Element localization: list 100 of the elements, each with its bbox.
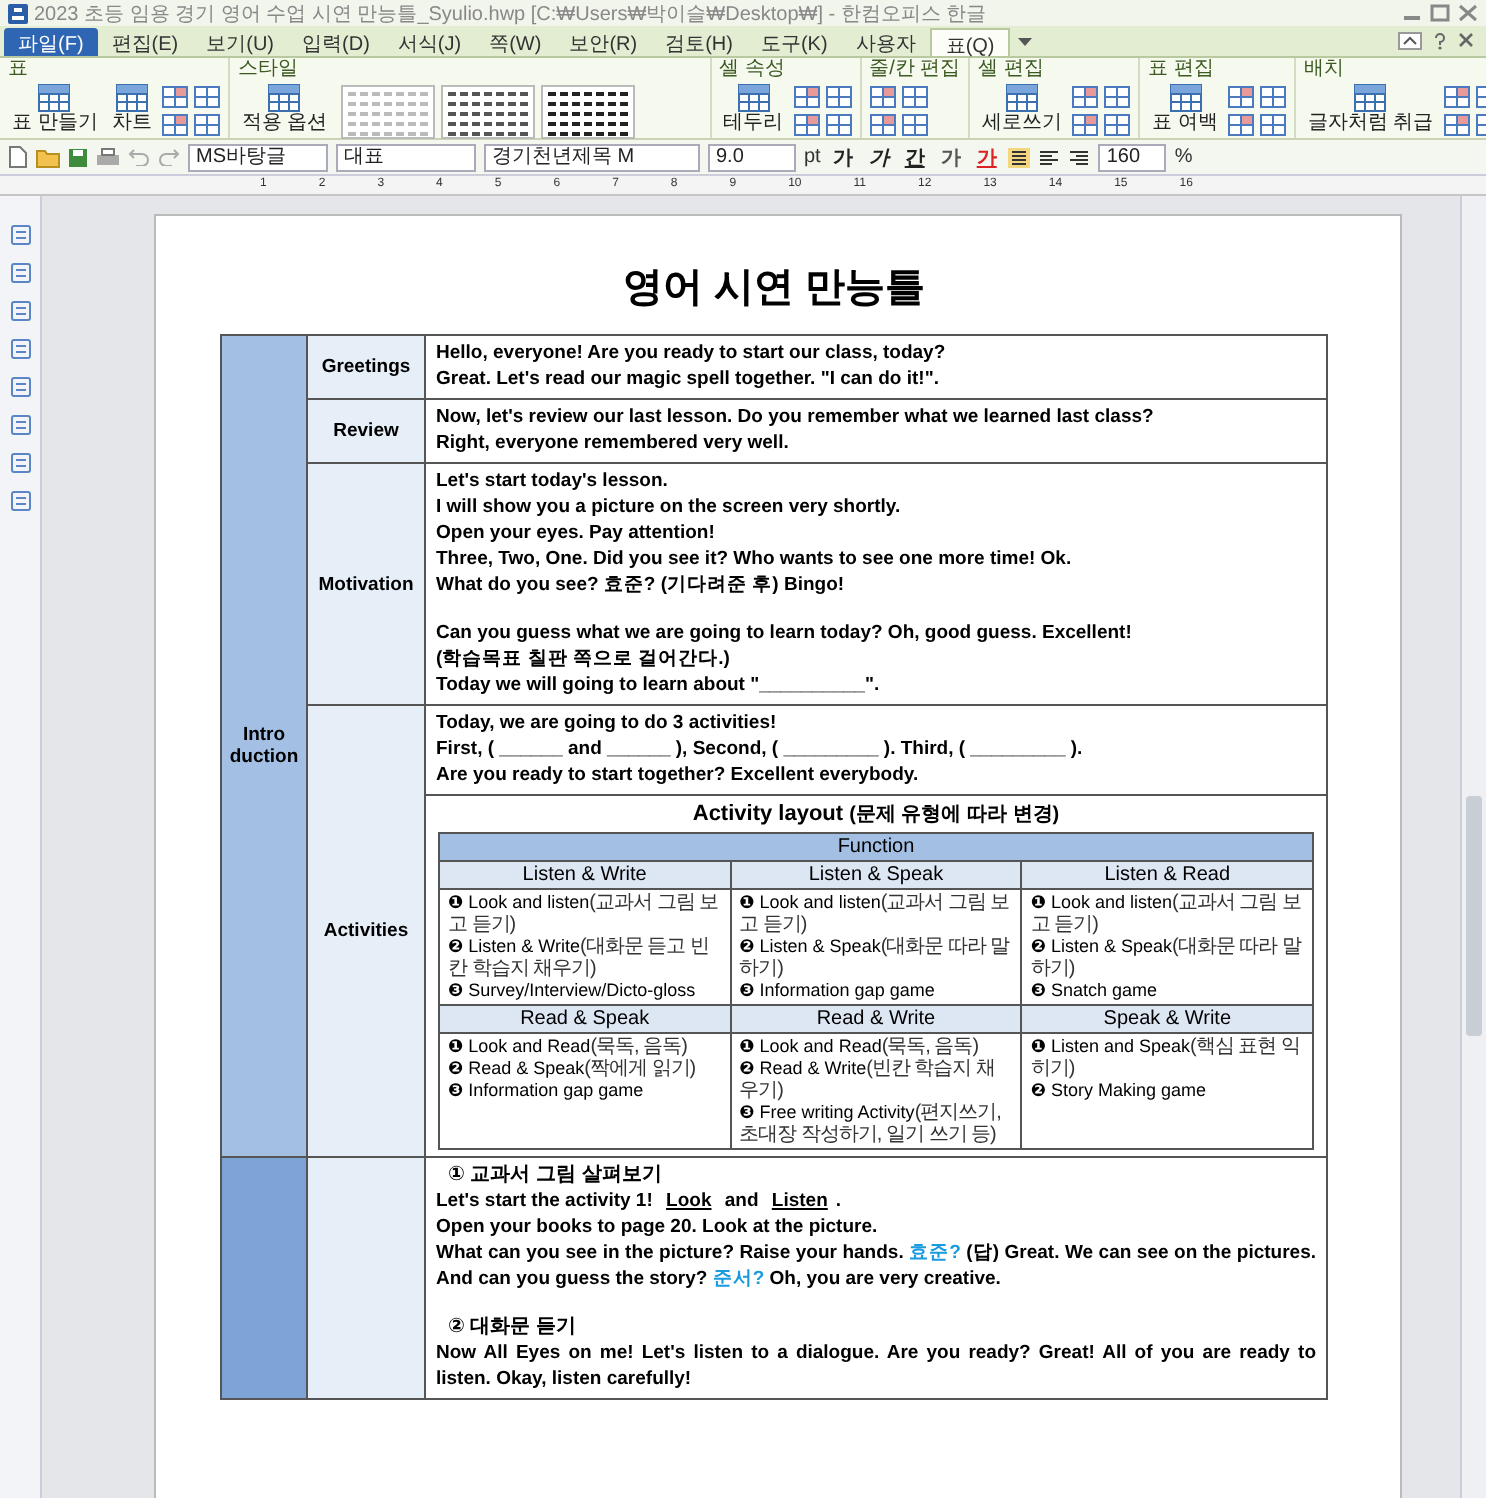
grid-icon[interactable] xyxy=(901,86,928,108)
grid-icon[interactable] xyxy=(1072,86,1099,108)
table-icon xyxy=(737,84,770,112)
grid-icon[interactable] xyxy=(793,114,820,136)
ribbon-button[interactable]: 표 여백 xyxy=(1148,82,1222,138)
sidebar-tool-icon[interactable] xyxy=(9,376,31,398)
ribbon-button[interactable]: 적용 옵션 xyxy=(237,82,332,138)
grid-icon[interactable] xyxy=(793,86,820,108)
grid-icon[interactable] xyxy=(161,114,188,136)
align-left-icon[interactable] xyxy=(1038,147,1061,167)
unit-label: pt xyxy=(804,146,821,168)
sidebar-tool-icon[interactable] xyxy=(9,338,31,360)
grid-icon[interactable] xyxy=(161,86,188,108)
script-line: (학습목표 칠판 쪽으로 걸어간다.) xyxy=(436,646,732,672)
align-justify-icon[interactable] xyxy=(1008,147,1031,167)
script-line: Are you ready to start together? Excellent everybody. xyxy=(436,762,921,788)
character-format-button[interactable]: 가 xyxy=(936,143,965,171)
table-style-gallery[interactable] xyxy=(337,82,638,142)
sidebar-tool-icon[interactable] xyxy=(9,452,31,474)
menu-tab[interactable]: 도구(K) xyxy=(746,28,842,56)
menu-tab[interactable]: 보기(U) xyxy=(192,28,289,56)
print-icon[interactable] xyxy=(96,147,120,167)
help-icon[interactable] xyxy=(1432,32,1448,50)
grid-icon[interactable] xyxy=(1104,114,1131,136)
character-format-button[interactable]: 가 xyxy=(972,143,1001,171)
caret-icon[interactable] xyxy=(1018,36,1033,48)
activity-item: ❶ Look and Read(묵독, 음독) xyxy=(739,1036,981,1058)
character-format-button[interactable]: 가 xyxy=(864,143,893,171)
grid-icon[interactable] xyxy=(825,114,852,136)
menu-tab[interactable]: 보안(R) xyxy=(555,28,652,56)
row-header-cell: Motivation xyxy=(307,463,425,705)
collapse-icon[interactable] xyxy=(1398,32,1422,50)
grid-icon[interactable] xyxy=(869,86,896,108)
sidebar-tool-icon[interactable] xyxy=(9,300,31,322)
column-header-cell: Listen & Speak xyxy=(730,861,1022,889)
script-line: What can you see in the picture? Raise your hands. 효준? (답) Great. We can see on the pictures. And can you guess the story? 준서? Oh, you are very creative. xyxy=(436,1240,1316,1292)
grid-icon[interactable] xyxy=(1072,114,1099,136)
activity-layout-title: Activity layout (문제 유형에 따라 변경) xyxy=(690,800,1062,828)
menu-tab[interactable]: 입력(D) xyxy=(288,28,384,56)
outline-dropdown[interactable]: 대표 xyxy=(336,143,476,171)
grid-icon[interactable] xyxy=(901,114,928,136)
activity-item: ❶ Look and listen(교과서 그림 보고 듣기) xyxy=(1030,892,1303,936)
script-line: Let's start today's lesson. xyxy=(436,468,670,494)
vertical-scrollbar[interactable] xyxy=(1460,196,1486,1498)
new-document-icon[interactable] xyxy=(8,146,28,168)
style-dropdown[interactable]: MS바탕글 xyxy=(188,143,328,171)
character-format-button[interactable]: 가 xyxy=(828,143,857,171)
row-header-cell: Greetings xyxy=(307,335,425,399)
save-icon[interactable] xyxy=(68,147,88,167)
grid-icon[interactable] xyxy=(1259,114,1286,136)
ribbon-button[interactable]: 표 만들기 xyxy=(8,82,102,138)
sidebar-tool-icon[interactable] xyxy=(9,262,31,284)
menu-tab[interactable]: 표(Q) xyxy=(929,28,1011,56)
font-size-field[interactable]: 9.0 xyxy=(708,143,796,171)
row-header-cell: Activities xyxy=(307,705,425,1157)
menu-tab[interactable]: 검토(H) xyxy=(651,28,747,56)
grid-icon[interactable] xyxy=(1443,114,1470,136)
menu-tab[interactable]: 편집(E) xyxy=(97,28,193,56)
ribbon-group-label: 표 xyxy=(8,58,30,82)
grid-icon[interactable] xyxy=(1227,114,1254,136)
grid-icon[interactable] xyxy=(193,114,220,136)
column-header-cell: Read & Speak xyxy=(439,1005,731,1033)
grid-icon[interactable] xyxy=(1227,86,1254,108)
ribbon-button[interactable]: 테두리 xyxy=(719,82,788,138)
column-header-cell: Read & Write xyxy=(730,1005,1022,1033)
activity-item: ❶ Listen and Speak(핵심 표현 익히기) xyxy=(1030,1036,1302,1080)
grid-icon[interactable] xyxy=(193,86,220,108)
ribbon-button[interactable]: 글자처럼 취급 xyxy=(1303,82,1438,138)
sidebar-tool-icon[interactable] xyxy=(9,414,31,436)
align-right-icon[interactable] xyxy=(1068,147,1091,167)
ribbon-button[interactable]: 차트 xyxy=(107,82,156,138)
activity-item: ❶ Look and Read(묵독, 음독) xyxy=(448,1036,689,1058)
sidebar-tool-icon[interactable] xyxy=(9,490,31,512)
script-line: Today, we are going to do 3 activities! xyxy=(436,710,779,736)
folder-icon[interactable] xyxy=(36,147,60,167)
maximize-icon[interactable] xyxy=(1430,4,1450,22)
font-dropdown[interactable]: 경기천년제목 M xyxy=(484,143,700,171)
menu-tab[interactable]: 파일(F) xyxy=(4,28,98,56)
activity-item: ❸ Information gap game xyxy=(448,1080,646,1102)
grid-icon[interactable] xyxy=(1259,86,1286,108)
grid-icon[interactable] xyxy=(825,86,852,108)
close-icon[interactable] xyxy=(1458,32,1474,48)
script-line: Open your books to page 20. Look at the picture. xyxy=(436,1214,880,1240)
activity-item: ❸ Snatch game xyxy=(1030,980,1159,1002)
sidebar-tool-icon[interactable] xyxy=(9,224,31,246)
grid-icon[interactable] xyxy=(1104,86,1131,108)
menu-tab[interactable]: 사용자 xyxy=(841,28,930,56)
grid-icon[interactable] xyxy=(869,114,896,136)
menu-tab[interactable]: 서식(J) xyxy=(383,28,476,56)
activity-item: ❸ Information gap game xyxy=(739,980,937,1002)
row-header-cell: Review xyxy=(307,399,425,463)
step-heading: ② 대화문 듣기 xyxy=(448,1314,579,1340)
menu-tab[interactable]: 쪽(W) xyxy=(475,28,556,56)
character-format-button[interactable]: 간 xyxy=(900,143,929,171)
column-header-cell: Listen & Write xyxy=(439,861,731,889)
close-icon[interactable] xyxy=(1458,4,1478,22)
grid-icon[interactable] xyxy=(1443,86,1470,108)
zoom-field[interactable]: 160 xyxy=(1098,143,1167,171)
ribbon-group-label: 셀 편집 xyxy=(978,58,1046,82)
ribbon-button[interactable]: 세로쓰기 xyxy=(978,82,1067,138)
